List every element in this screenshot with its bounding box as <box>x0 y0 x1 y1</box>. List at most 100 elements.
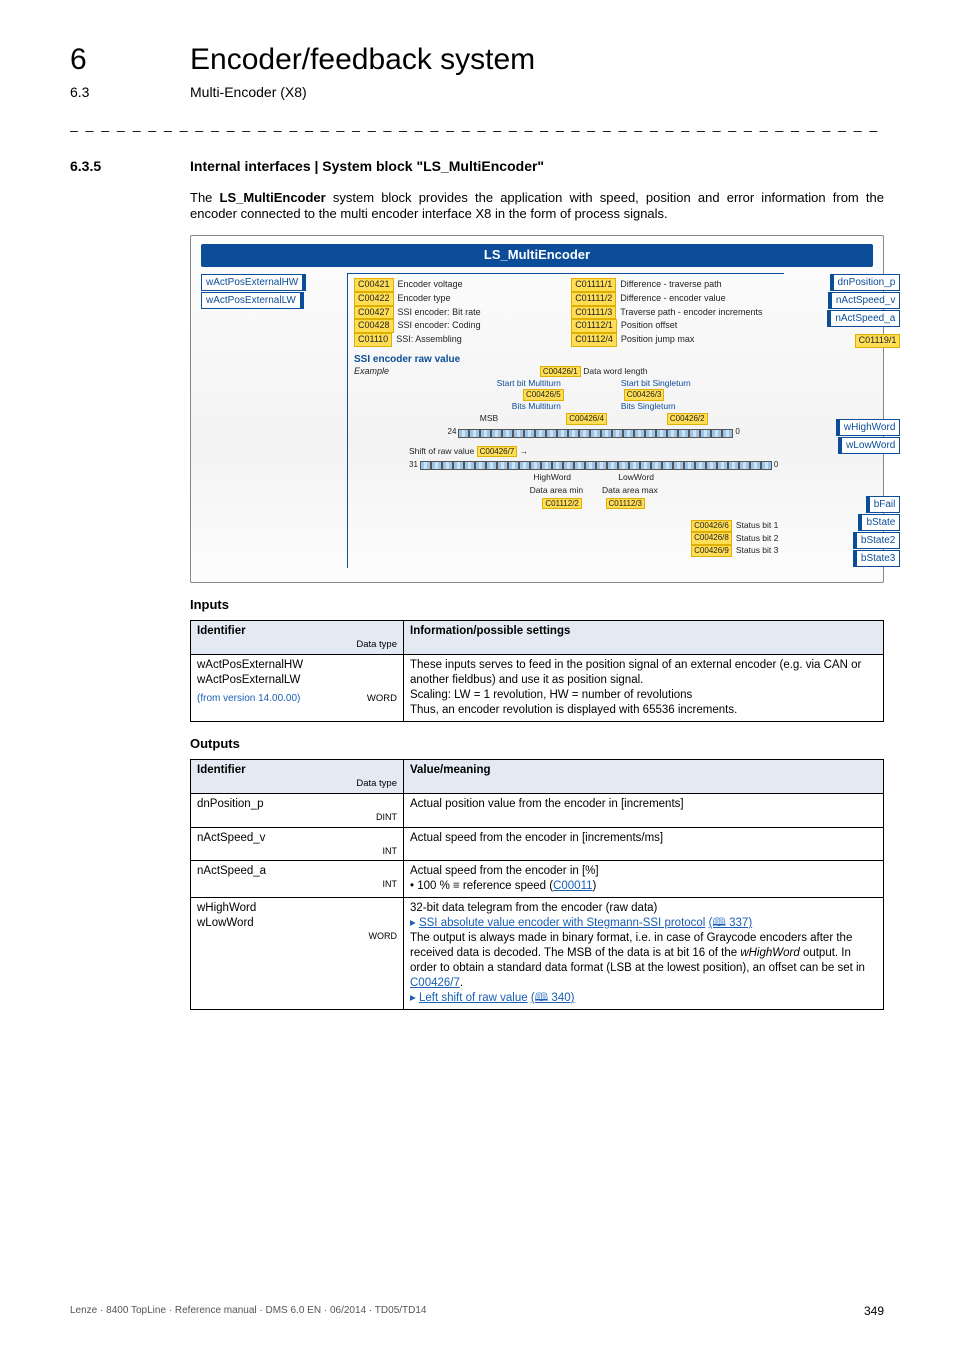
identifier-text: wHighWord <box>197 902 256 914</box>
identifier-text: nActSpeed_a <box>197 865 266 877</box>
page-ref[interactable]: (🕮 340) <box>531 992 575 1004</box>
cell-text: • 100 % ≡ reference speed ( <box>410 880 553 892</box>
link-ref[interactable]: C00011 <box>553 880 592 892</box>
param-label: Encoder type <box>398 293 451 305</box>
version-note: (from version 14.00.00) <box>197 692 300 705</box>
output-port: wHighWord <box>836 419 901 436</box>
divider: _ _ _ _ _ _ _ _ _ _ _ _ _ _ _ _ _ _ _ _ … <box>70 115 884 133</box>
param-code: C00426/4 <box>566 413 607 425</box>
table-row: nActSpeed_a INT Actual speed from the en… <box>191 861 884 898</box>
param-code: C00426/5 <box>523 389 564 401</box>
param-label: Position offset <box>621 320 677 332</box>
page-ref[interactable]: (🕮 337) <box>709 917 753 929</box>
param-label: Traverse path - encoder increments <box>620 307 762 319</box>
inputs-table: Identifier Data type Information/possibl… <box>190 620 884 722</box>
output-port: dnPosition_p <box>830 274 901 291</box>
inputs-heading: Inputs <box>190 597 884 614</box>
table-row: dnPosition_p DINT Actual position value … <box>191 794 884 828</box>
cell-text: These inputs serves to feed in the posit… <box>410 659 861 686</box>
param-label: Difference - traverse path <box>620 279 721 291</box>
outputs-table: Identifier Data type Value/meaning dnPos… <box>190 759 884 1010</box>
bit-row <box>458 429 733 438</box>
diagram-label: Status bit 1 <box>736 520 779 531</box>
bit-number: 24 <box>448 427 457 437</box>
param-code: C01112/4 <box>571 333 617 347</box>
diagram-label: Data word length <box>583 366 647 376</box>
param-code: C00426/8 <box>691 532 732 544</box>
param-label: SSI: Assembling <box>396 334 462 346</box>
diagram-label: Bits Singleturn <box>621 401 676 412</box>
cell-text: 32-bit data telegram from the encoder (r… <box>410 902 657 914</box>
link-ref[interactable]: SSI absolute value encoder with Stegmann… <box>419 917 705 929</box>
param-code: C01112/3 <box>606 498 646 509</box>
diagram-title: LS_MultiEncoder <box>201 244 873 267</box>
param-code: C01111/2 <box>571 292 616 306</box>
identifier-text: wActPosExternalLW <box>197 674 300 686</box>
msb-label: MSB <box>480 413 498 425</box>
shift-label: Shift of raw value <box>409 446 474 456</box>
cell-text: Actual position value from the encoder i… <box>404 794 884 828</box>
system-block-diagram: LS_MultiEncoder wActPosExternalHW wActPo… <box>190 235 884 583</box>
lowword-label: LowWord <box>618 472 654 482</box>
data-type: DINT <box>197 812 397 824</box>
param-code: C01112/1 <box>571 319 617 333</box>
param-code: C00427 <box>354 306 394 320</box>
param-code: C00426/3 <box>624 389 665 401</box>
bit-number: 31 <box>409 460 418 470</box>
col-header-info: Information/possible settings <box>404 620 884 654</box>
col-header-datatype: Data type <box>197 639 397 651</box>
chapter-number: 6 <box>70 40 190 79</box>
diagram-label: Status bit 3 <box>736 545 779 556</box>
cell-text: . <box>460 977 463 989</box>
output-port: wLowWord <box>838 437 900 454</box>
output-port: nActSpeed_a <box>827 310 900 327</box>
diagram-label: Bits Multiturn <box>512 401 561 412</box>
identifier-text: dnPosition_p <box>197 798 264 810</box>
highword-label: HighWord <box>533 472 571 482</box>
diagram-label: Start bit Singleturn <box>621 378 691 389</box>
identifier-text: wLowWord <box>197 917 254 929</box>
param-code: C00426/1 <box>540 366 581 377</box>
example-label: Example <box>354 366 389 378</box>
table-row: wActPosExternalHW wActPosExternalLW (fro… <box>191 655 884 722</box>
cell-text: Thus, an encoder revolution is displayed… <box>410 704 737 716</box>
output-port: bState2 <box>853 532 900 549</box>
link-ref[interactable]: C00426/7 <box>410 977 460 989</box>
output-port: bFail <box>866 496 901 513</box>
input-port: wActPosExternalHW <box>201 274 306 291</box>
param-code: C01111/3 <box>571 306 616 320</box>
bit-row <box>420 461 772 470</box>
diagram-label: Data area min <box>530 485 583 495</box>
cell-text: ) <box>593 880 597 892</box>
param-label: Encoder voltage <box>398 279 463 291</box>
link-ref[interactable]: Left shift of raw value <box>419 992 528 1004</box>
cell-text-emph: wHighWord <box>740 947 799 959</box>
identifier-text: nActSpeed_v <box>197 832 265 844</box>
subsection-title: Internal interfaces | System block "LS_M… <box>190 157 544 175</box>
output-port: nActSpeed_v <box>828 292 901 309</box>
col-header-value: Value/meaning <box>404 759 884 793</box>
outputs-heading: Outputs <box>190 736 884 753</box>
col-header-identifier: Identifier <box>197 764 246 776</box>
cell-text: Actual speed from the encoder in [increm… <box>404 827 884 861</box>
param-code: C00421 <box>354 278 394 292</box>
table-row: wHighWord wLowWord WORD 32-bit data tele… <box>191 898 884 1010</box>
identifier-text: wActPosExternalHW <box>197 659 303 671</box>
param-code: C00426/7 <box>477 446 518 457</box>
col-header-identifier: Identifier <box>197 625 246 637</box>
param-code: C00426/9 <box>691 545 732 557</box>
arrow-icon: ▸ <box>410 992 419 1004</box>
diagram-label: Data area max <box>602 485 658 495</box>
page-number: 349 <box>864 1304 884 1320</box>
param-code: C00426/2 <box>667 413 708 425</box>
col-header-datatype: Data type <box>197 778 397 790</box>
param-label: Difference - encoder value <box>620 293 725 305</box>
section-title-top: Multi-Encoder (X8) <box>190 83 307 101</box>
param-code: C01112/2 <box>542 498 582 509</box>
diagram-label: Start bit Multiturn <box>497 378 561 389</box>
diagram-label: Status bit 2 <box>736 533 779 544</box>
param-label: SSI encoder: Coding <box>398 320 481 332</box>
intro-text: The LS_MultiEncoder system block provide… <box>190 190 884 224</box>
chapter-title: Encoder/feedback system <box>190 40 535 79</box>
param-code: C00426/6 <box>691 520 732 532</box>
